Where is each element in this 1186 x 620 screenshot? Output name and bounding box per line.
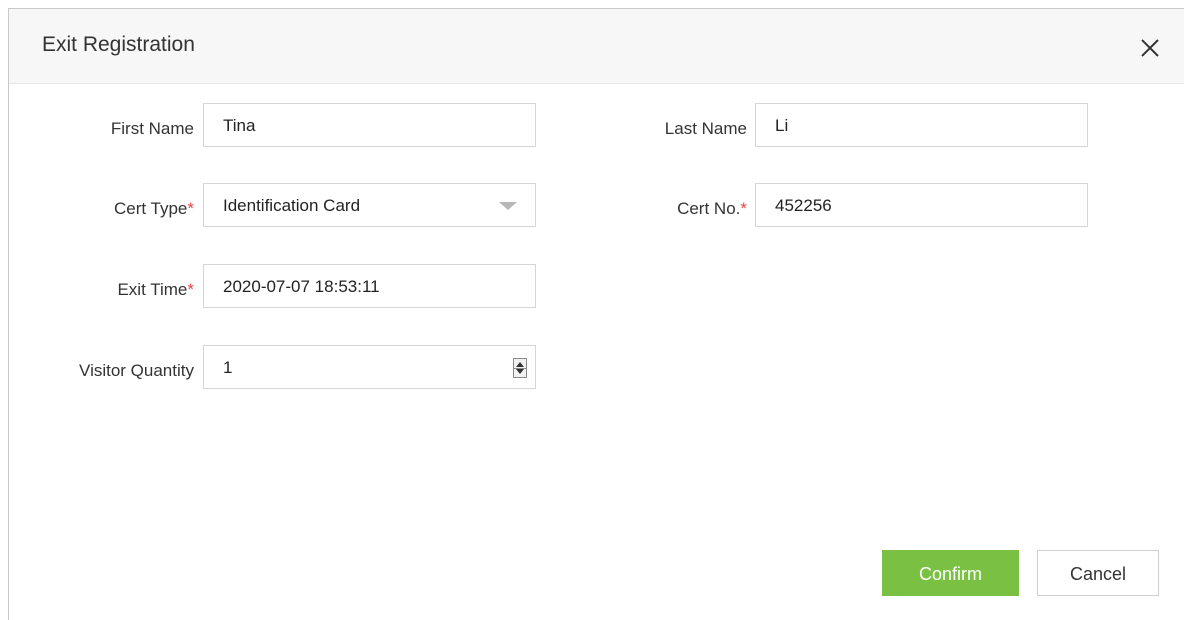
- stepper-icon[interactable]: [513, 358, 527, 378]
- first-name-value: Tina: [223, 116, 256, 135]
- cert-no-label: Cert No.*: [677, 199, 747, 218]
- last-name-label: Last Name: [664, 119, 747, 138]
- first-name-field[interactable]: Tina: [203, 103, 536, 147]
- exit-time-field[interactable]: 2020-07-07 18:53:11: [203, 264, 536, 308]
- close-icon[interactable]: [1139, 37, 1161, 59]
- required-marker: *: [740, 199, 747, 218]
- first-name-label: First Name: [110, 119, 194, 138]
- cert-type-value: Identification Card: [223, 196, 361, 215]
- exit-registration-dialog: Exit Registration First Name Tina Last N…: [8, 8, 1184, 620]
- cert-no-field[interactable]: 452256: [755, 183, 1088, 227]
- stepper-down-icon[interactable]: [516, 369, 524, 374]
- required-marker: *: [187, 199, 194, 218]
- visitor-quantity-value: 1: [223, 358, 233, 377]
- last-name-value: Li: [775, 116, 789, 135]
- cancel-button[interactable]: Cancel: [1037, 550, 1159, 596]
- required-marker: *: [187, 280, 194, 299]
- cert-no-value: 452256: [775, 196, 832, 215]
- exit-time-value: 2020-07-07 18:53:11: [223, 277, 380, 296]
- last-name-field[interactable]: Li: [755, 103, 1088, 147]
- stepper-up-icon[interactable]: [516, 362, 524, 367]
- chevron-down-icon[interactable]: [499, 202, 517, 210]
- dialog-titlebar: Exit Registration: [9, 9, 1184, 84]
- exit-time-label: Exit Time*: [117, 280, 194, 299]
- cert-type-label: Cert Type*: [113, 199, 194, 218]
- cert-type-select[interactable]: Identification Card: [203, 183, 536, 227]
- visitor-quantity-stepper[interactable]: 1: [203, 345, 536, 389]
- dialog-title: Exit Registration: [42, 33, 195, 56]
- confirm-button[interactable]: Confirm: [882, 550, 1019, 596]
- visitor-quantity-label: Visitor Quantity: [79, 361, 194, 380]
